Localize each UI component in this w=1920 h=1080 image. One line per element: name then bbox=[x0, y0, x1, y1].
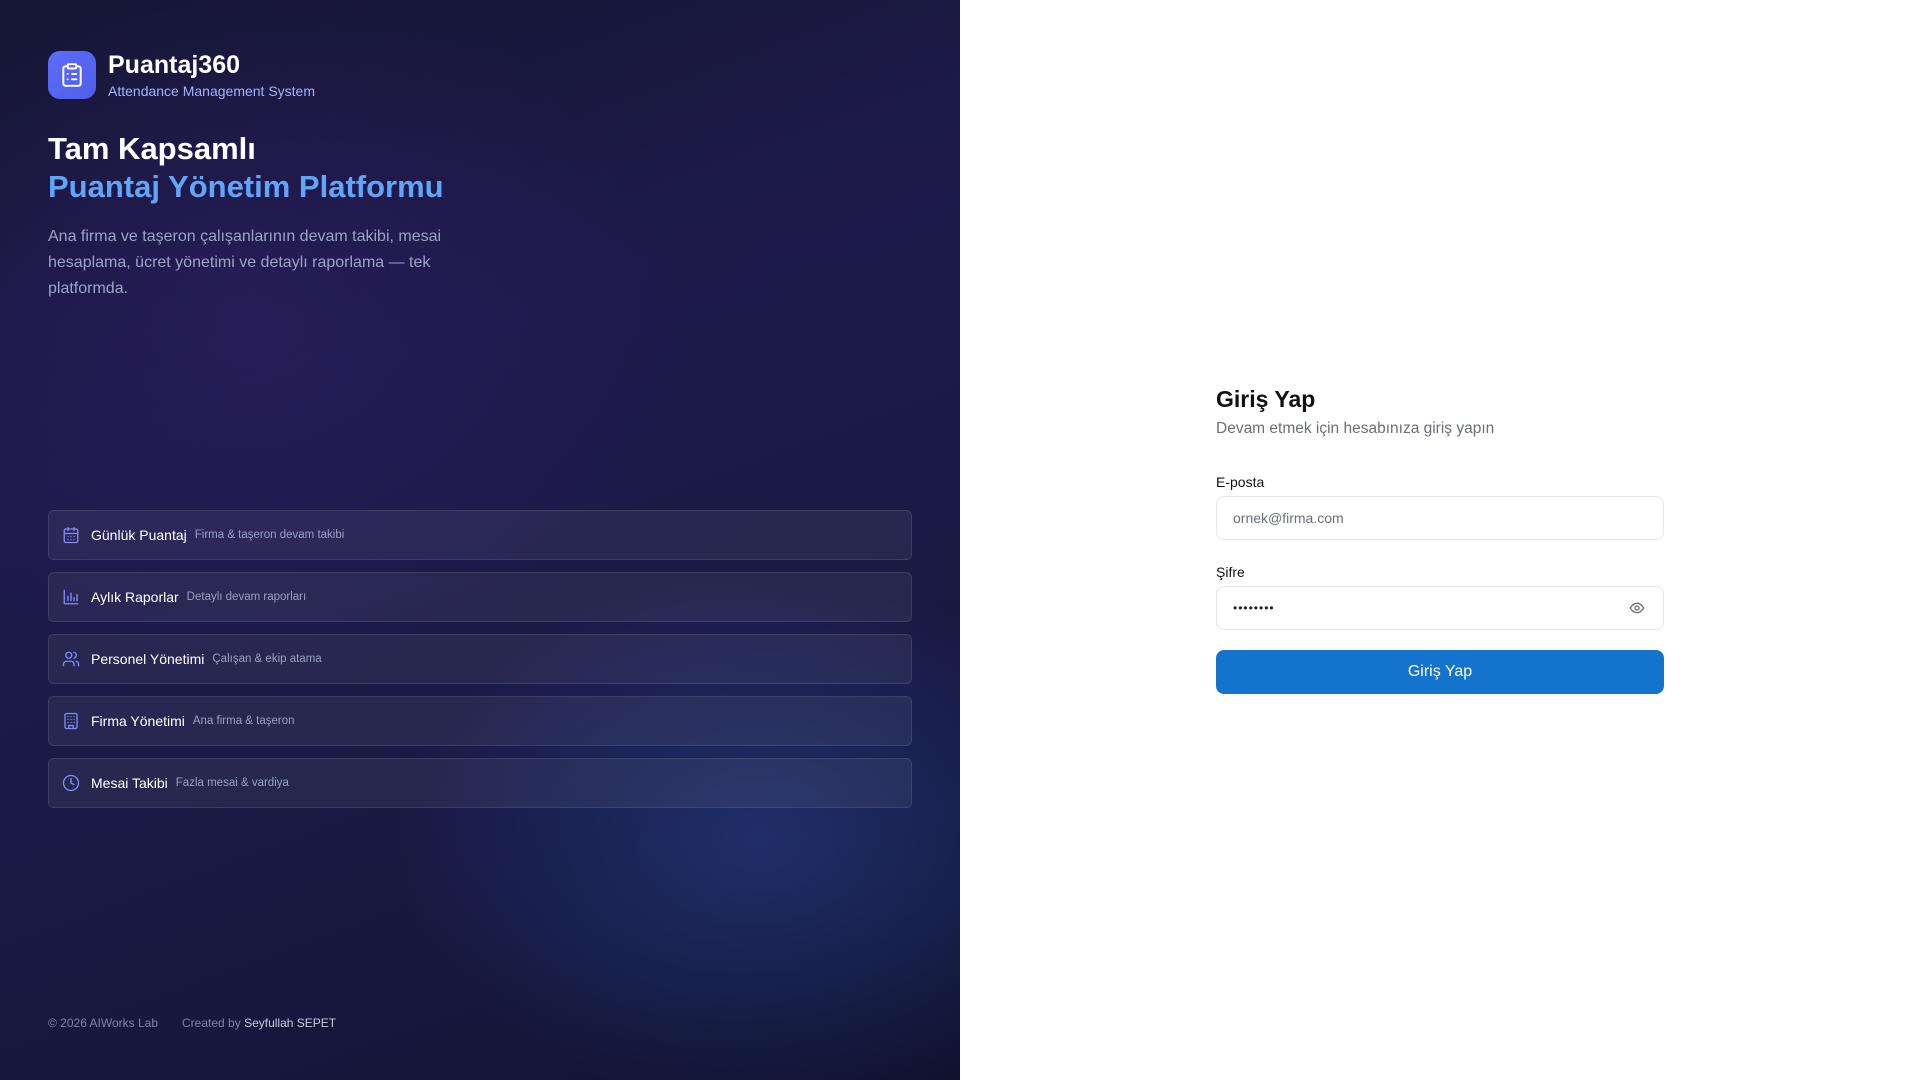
hero: Tam Kapsamlı Puantaj Yönetim Platformu A… bbox=[48, 130, 488, 302]
footer: © 2026 AIWorks Lab Created by Seyfullah … bbox=[48, 1016, 336, 1030]
copyright: © 2026 AIWorks Lab bbox=[48, 1016, 159, 1030]
email-field[interactable]: ornek@firma.com bbox=[1216, 496, 1664, 540]
feature-item-firma-yonetimi: Firma Yönetimi Ana firma & taşeron bbox=[48, 696, 912, 746]
feature-list: Günlük Puantaj Firma & taşeron devam tak… bbox=[48, 510, 912, 820]
bar-chart-icon bbox=[61, 587, 81, 607]
feature-description: Ana firma & taşeron bbox=[192, 715, 295, 727]
feature-title: Firma Yönetimi bbox=[91, 713, 185, 729]
password-value[interactable]: •••••••• bbox=[1233, 601, 1275, 615]
login-title: Giriş Yap bbox=[1216, 386, 1316, 412]
brand-subtitle: Attendance Management System bbox=[108, 83, 316, 99]
author-name: Seyfullah SEPET bbox=[244, 1016, 337, 1030]
login-button[interactable]: Giriş Yap bbox=[1216, 650, 1664, 694]
brand: Puantaj360 Attendance Management System bbox=[48, 50, 315, 100]
login-form: Giriş Yap Devam etmek için hesabınıza gi… bbox=[1216, 384, 1664, 694]
users-icon bbox=[61, 649, 81, 669]
feature-title: Günlük Puantaj bbox=[91, 527, 187, 543]
brand-name: Puantaj360 bbox=[108, 51, 241, 79]
feature-title: Personel Yönetimi bbox=[91, 651, 205, 667]
left-panel: Puantaj360 Attendance Management System … bbox=[0, 0, 960, 1080]
credits-label: Created by bbox=[182, 1016, 241, 1030]
feature-description: Detaylı devam raporları bbox=[186, 591, 307, 603]
feature-title: Mesai Takibi bbox=[91, 775, 168, 791]
hero-title-highlight: Puantaj Yönetim Platformu bbox=[48, 169, 444, 204]
feature-title: Aylık Raporlar bbox=[91, 589, 179, 605]
clock-icon bbox=[61, 773, 81, 793]
feature-description: Fazla mesai & vardiya bbox=[175, 777, 289, 789]
login-subtitle: Devam etmek için hesabınıza giriş yapın bbox=[1216, 420, 1495, 437]
feature-description: Çalışan & ekip atama bbox=[212, 653, 322, 665]
email-label: E-posta bbox=[1216, 474, 1265, 490]
email-placeholder[interactable]: ornek@firma.com bbox=[1233, 510, 1344, 526]
building-icon bbox=[61, 711, 81, 731]
hero-description: Ana firma ve taşeron çalışanlarının deva… bbox=[48, 228, 442, 297]
feature-item-mesai-takibi: Mesai Takibi Fazla mesai & vardiya bbox=[48, 758, 912, 808]
feature-item-gunluk-puantaj: Günlük Puantaj Firma & taşeron devam tak… bbox=[48, 510, 912, 560]
password-field[interactable]: •••••••• bbox=[1216, 586, 1664, 630]
feature-item-personel-yonetimi: Personel Yönetimi Çalışan & ekip atama bbox=[48, 634, 912, 684]
calendar-icon bbox=[61, 525, 81, 545]
password-label: Şifre bbox=[1216, 564, 1245, 580]
right-panel: Giriş Yap Devam etmek için hesabınıza gi… bbox=[960, 0, 1920, 1080]
feature-item-aylik-raporlar: Aylık Raporlar Detaylı devam raporları bbox=[48, 572, 912, 622]
clipboard-list-icon bbox=[48, 51, 96, 99]
eye-icon[interactable] bbox=[1629, 599, 1647, 617]
hero-title: Tam Kapsamlı bbox=[48, 131, 256, 166]
credits: Created by Seyfullah SEPET bbox=[182, 1016, 336, 1030]
feature-description: Firma & taşeron devam takibi bbox=[194, 529, 345, 541]
